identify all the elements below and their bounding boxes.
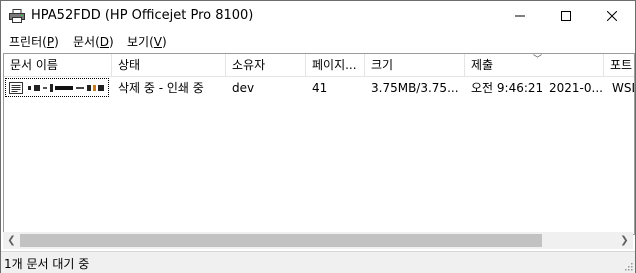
cell-owner: dev bbox=[232, 81, 255, 95]
column-header-port[interactable]: 포트 bbox=[604, 54, 634, 76]
menu-view[interactable]: 보기(V) bbox=[127, 33, 167, 50]
status-bar: 1개 문서 대기 중 bbox=[1, 251, 635, 273]
document-list[interactable]: 문서 이름 상태 소유자 페이지... 크기 제출 ﹀ 포트 삭제 중 - 인쇄… bbox=[3, 53, 635, 235]
cell-submitted-date: 2021-0... bbox=[549, 81, 603, 95]
close-button[interactable] bbox=[589, 1, 635, 31]
sort-descending-icon: ﹀ bbox=[533, 55, 543, 65]
column-header-pages[interactable]: 페이지... bbox=[306, 54, 365, 76]
cell-size: 3.75MB/3.75... bbox=[371, 81, 459, 95]
cell-submitted-time: 오전 9:46:21 bbox=[471, 81, 543, 95]
cell-pages: 41 bbox=[312, 81, 328, 95]
column-header-size[interactable]: 크기 bbox=[365, 54, 465, 76]
cell-status: 삭제 중 - 인쇄 중 bbox=[118, 81, 204, 95]
window-title: HPA52FDD (HP Officejet Pro 8100) bbox=[31, 8, 254, 23]
column-header-status[interactable]: 상태 bbox=[112, 54, 226, 76]
column-header-owner[interactable]: 소유자 bbox=[226, 54, 306, 76]
minimize-button[interactable] bbox=[497, 1, 543, 31]
title-bar[interactable]: HPA52FDD (HP Officejet Pro 8100) bbox=[1, 1, 635, 31]
table-row[interactable]: 삭제 중 - 인쇄 중 dev 41 3.75MB/3.75... 오전 9:4… bbox=[4, 77, 634, 99]
resize-grip-icon[interactable] bbox=[623, 261, 633, 271]
menu-document[interactable]: 문서(D) bbox=[73, 33, 114, 50]
column-header-document-name[interactable]: 문서 이름 bbox=[4, 54, 112, 76]
print-queue-window: HPA52FDD (HP Officejet Pro 8100) 프린터(P) … bbox=[0, 0, 636, 273]
cell-port: WSD bbox=[612, 81, 634, 95]
chevron-left-icon: ❮ bbox=[7, 235, 16, 246]
maximize-button[interactable] bbox=[543, 1, 589, 31]
column-header-submitted-label: 제출 bbox=[471, 58, 494, 72]
minimize-icon bbox=[515, 15, 525, 17]
printer-icon bbox=[9, 9, 25, 23]
scroll-thumb[interactable] bbox=[20, 234, 542, 247]
redacted-document-name bbox=[28, 84, 104, 92]
document-icon bbox=[9, 82, 23, 94]
queue-status-text: 1개 문서 대기 중 bbox=[4, 257, 90, 271]
menu-bar: 프린터(P) 문서(D) 보기(V) bbox=[1, 31, 635, 51]
menu-printer[interactable]: 프린터(P) bbox=[9, 33, 59, 50]
scroll-left-button[interactable]: ❮ bbox=[3, 232, 20, 249]
scroll-right-button[interactable]: ❯ bbox=[616, 232, 633, 249]
close-icon bbox=[607, 11, 617, 21]
chevron-right-icon: ❯ bbox=[620, 235, 629, 246]
column-header-row: 문서 이름 상태 소유자 페이지... 크기 제출 ﹀ 포트 bbox=[4, 54, 634, 77]
maximize-icon bbox=[561, 11, 571, 21]
horizontal-scrollbar[interactable]: ❮ ❯ bbox=[3, 232, 633, 249]
